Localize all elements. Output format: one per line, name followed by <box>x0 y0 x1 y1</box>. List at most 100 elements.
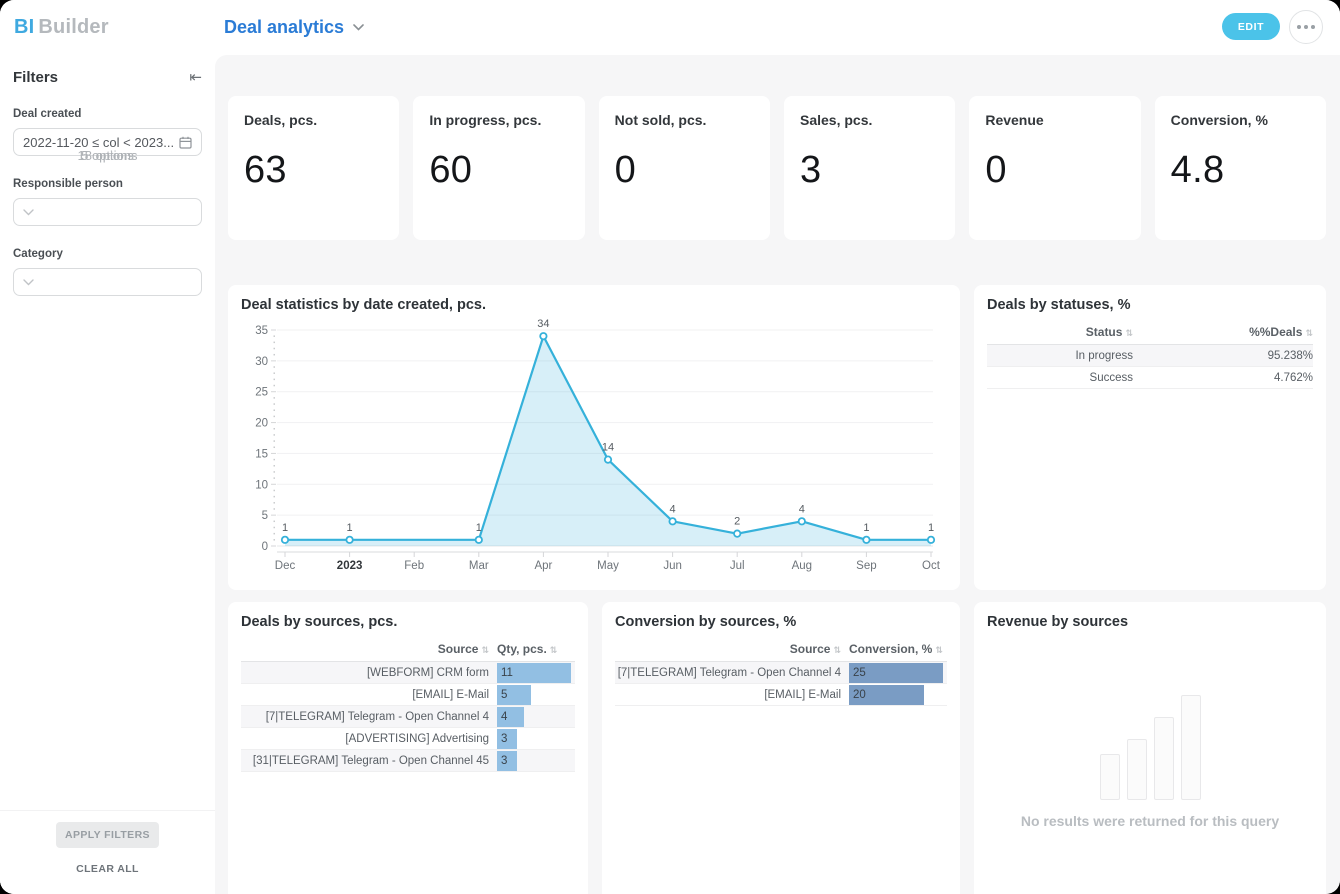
svg-text:Jul: Jul <box>730 560 745 572</box>
ellipsis-icon <box>1297 25 1301 29</box>
svg-text:Apr: Apr <box>534 560 552 572</box>
bar-cell: 11 <box>497 662 575 683</box>
svg-text:10: 10 <box>255 479 268 491</box>
svg-text:20: 20 <box>255 418 268 430</box>
more-options-button[interactable] <box>1289 10 1323 44</box>
chevron-down-icon <box>23 279 34 286</box>
responsible-person-label: Responsible person <box>13 178 202 190</box>
dashboard-title-dropdown[interactable]: Deal analytics <box>224 17 364 38</box>
sort-icon: ⇅ <box>935 646 943 656</box>
revenue-by-sources-panel: Revenue by sources No results were retur… <box>974 602 1326 894</box>
deal-statistics-panel: Deal statistics by date created, pcs. 05… <box>228 285 960 590</box>
source-cell: [31|TELEGRAM] Telegram - Open Channel 45 <box>241 755 497 767</box>
conversion-column-header[interactable]: Conversion, %⇅ <box>849 642 947 656</box>
svg-text:Aug: Aug <box>792 560 812 572</box>
app-window: BIBuilder Deal analytics EDIT Filters ⇤ … <box>0 0 1340 894</box>
table-row: [WEBFORM] CRM form 11 <box>241 662 575 684</box>
status-column-header[interactable]: Status⇅ <box>987 325 1141 339</box>
kpi-card: In progress, pcs. 60 <box>413 96 584 240</box>
statuses-table-body: In progress 95.238%Success 4.762% <box>987 345 1313 389</box>
dashboard-content: Deals, pcs. 63In progress, pcs. 60Not so… <box>215 55 1340 894</box>
value-bar: 4 <box>497 707 524 727</box>
sort-icon: ⇅ <box>1305 329 1313 339</box>
svg-text:2023: 2023 <box>337 560 363 572</box>
deals-by-sources-title: Deals by sources, pcs. <box>241 614 575 630</box>
source-column-header[interactable]: Source⇅ <box>615 642 849 656</box>
table-row: [7|TELEGRAM] Telegram - Open Channel 4 4 <box>241 706 575 728</box>
kpi-card: Sales, pcs. 3 <box>784 96 955 240</box>
source-cell: [EMAIL] E-Mail <box>241 689 497 701</box>
svg-text:30: 30 <box>255 356 268 368</box>
table-row: [7|TELEGRAM] Telegram - Open Channel 4 2… <box>615 662 947 684</box>
category-select[interactable]: 5 options <box>13 268 202 296</box>
category-value: 5 options <box>0 148 215 163</box>
kpi-value: 0 <box>985 149 1124 192</box>
value-bar: 25 <box>849 663 943 683</box>
table-row: In progress 95.238% <box>987 345 1313 367</box>
sidebar-footer: APPLY FILTERS CLEAR ALL <box>0 810 215 894</box>
no-results-message: No results were returned for this query <box>1021 813 1279 829</box>
svg-text:Dec: Dec <box>275 560 296 572</box>
conversion-by-sources-panel: Conversion by sources, % Source⇅ Convers… <box>602 602 960 894</box>
kpi-cards-row: Deals, pcs. 63In progress, pcs. 60Not so… <box>228 96 1326 240</box>
qty-column-header[interactable]: Qty, pcs.⇅ <box>497 642 575 656</box>
deal-created-label: Deal created <box>13 108 202 120</box>
logo-builder: Builder <box>38 16 108 38</box>
kpi-value: 60 <box>429 149 568 192</box>
filters-sidebar: Filters ⇤ Deal created 2022-11-20 ≤ col … <box>0 55 215 894</box>
kpi-value: 4.8 <box>1171 149 1310 192</box>
value-bar: 3 <box>497 729 517 749</box>
value-bar: 11 <box>497 663 571 683</box>
category-label: Category <box>13 248 202 260</box>
bar-cell: 5 <box>497 684 575 705</box>
conversion-table-body: [7|TELEGRAM] Telegram - Open Channel 4 2… <box>615 662 947 706</box>
kpi-value: 0 <box>615 149 754 192</box>
source-column-header[interactable]: Source⇅ <box>241 642 497 656</box>
deal-statistics-chart[interactable]: 05101520253035Dec2023FebMarAprMayJunJulA… <box>228 297 960 587</box>
table-row: [EMAIL] E-Mail 5 <box>241 684 575 706</box>
svg-text:1: 1 <box>476 522 482 534</box>
bar-cell: 3 <box>497 728 575 749</box>
sort-icon: ⇅ <box>481 646 489 656</box>
source-cell: [7|TELEGRAM] Telegram - Open Channel 4 <box>241 711 497 723</box>
apply-filters-button[interactable]: APPLY FILTERS <box>56 822 159 848</box>
svg-text:0: 0 <box>262 541 268 553</box>
page-title: Deal analytics <box>224 17 344 38</box>
kpi-label: In progress, pcs. <box>429 112 568 128</box>
table-row: Success 4.762% <box>987 367 1313 389</box>
percent-cell: 4.762% <box>1141 372 1313 384</box>
logo-bi: BI <box>14 16 34 38</box>
svg-text:1: 1 <box>928 522 934 534</box>
svg-text:1: 1 <box>282 522 288 534</box>
source-cell: [ADVERTISING] Advertising <box>241 733 497 745</box>
source-cell: [EMAIL] E-Mail <box>615 689 849 701</box>
clear-all-button[interactable]: CLEAR ALL <box>76 863 139 875</box>
percent-cell: 95.238% <box>1141 350 1313 362</box>
deals-by-sources-panel: Deals by sources, pcs. Source⇅ Qty, pcs.… <box>228 602 588 894</box>
table-row: [EMAIL] E-Mail 20 <box>615 684 947 706</box>
svg-text:25: 25 <box>255 387 268 399</box>
svg-text:4: 4 <box>670 503 676 515</box>
bar-value: 3 <box>497 733 507 745</box>
kpi-card: Revenue 0 <box>969 96 1140 240</box>
kpi-label: Sales, pcs. <box>800 112 939 128</box>
deals-percent-column-header[interactable]: %%Deals⇅ <box>1141 325 1313 339</box>
responsible-person-select[interactable]: 18 options <box>13 198 202 226</box>
app-logo: BIBuilder <box>14 16 109 39</box>
edit-button[interactable]: EDIT <box>1222 13 1280 40</box>
svg-text:2: 2 <box>734 516 740 528</box>
bar-value: 11 <box>497 667 513 679</box>
table-row: [31|TELEGRAM] Telegram - Open Channel 45… <box>241 750 575 772</box>
bar-cell: 25 <box>849 662 947 683</box>
kpi-card: Deals, pcs. 63 <box>228 96 399 240</box>
source-cell: [7|TELEGRAM] Telegram - Open Channel 4 <box>615 667 849 679</box>
svg-text:Oct: Oct <box>922 560 941 572</box>
kpi-label: Revenue <box>985 112 1124 128</box>
kpi-value: 63 <box>244 149 383 192</box>
value-bar: 5 <box>497 685 531 705</box>
svg-text:1: 1 <box>863 522 869 534</box>
table-row: [ADVERTISING] Advertising 3 <box>241 728 575 750</box>
sort-icon: ⇅ <box>1125 329 1133 339</box>
collapse-sidebar-icon[interactable]: ⇤ <box>189 70 202 85</box>
bar-cell: 20 <box>849 684 947 705</box>
